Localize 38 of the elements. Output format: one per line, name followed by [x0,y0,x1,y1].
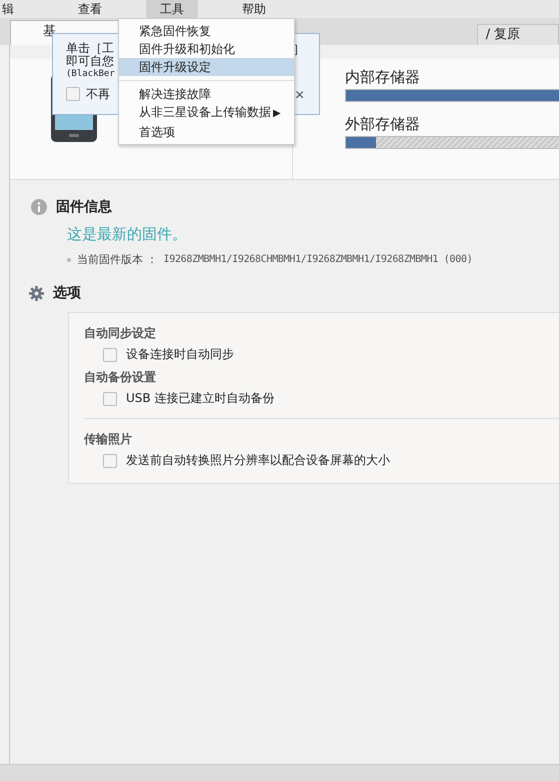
tab[interactable]: / 复原 [476,24,559,45]
menu-item[interactable]: 固件升级和初始化 [119,40,294,58]
checkbox[interactable] [103,454,117,468]
section-title: 固件信息 [56,198,112,216]
section-title: 选项 [53,284,81,302]
menu-item[interactable]: 查看 [64,0,116,18]
gear-icon [29,286,44,300]
menu-item[interactable]: 帮助 [228,0,280,18]
group-heading: 传输照片 [84,431,133,448]
menu-item[interactable]: 从非三星设备上传输数据 ▶ [119,103,294,123]
version-label: 当前固件版本 ： [77,252,158,267]
storage-label: 内部存储器 [345,68,421,86]
firmware-status: 这是最新的固件。 [67,225,188,244]
menu-item[interactable]: 紧急固件恢复 [119,22,294,40]
group-heading: 自动同步设定 [84,325,157,342]
menu-item[interactable]: 首选项 [119,123,294,141]
group-heading: 自动备份设置 [84,369,157,386]
bullet-icon [67,258,71,262]
menu-item[interactable]: 固件升级设定 [119,58,294,76]
checkbox[interactable] [66,87,80,101]
storage-label: 外部存储器 [345,115,421,133]
submenu-arrow-icon: ▶ [273,108,281,119]
checkbox-label: 不再 [86,88,110,100]
tooltip-text: 单击［工 [66,42,114,55]
menu-item[interactable]: 工具 [146,0,198,18]
checkbox-label: 设备连接时自动同步 [126,346,234,363]
menu-item[interactable]: 解决连接故障 [119,85,294,103]
tooltip-text: 即可自您 [66,55,114,68]
version-text: I9268ZMBMH1/I9268CHMBMH1/I9268ZMBMH1/I9268ZMBMH1 (000) [164,254,472,265]
checkbox[interactable] [103,348,117,362]
checkbox[interactable] [103,392,117,406]
info-icon [31,199,47,215]
checkbox-label: 发送前自动转换照片分辨率以配合设备屏幕的大小 [126,452,390,469]
menu-item[interactable]: 辑 [0,0,28,18]
tooltip-text: (BlackBer [66,68,115,81]
tooltip-text: ］ [293,41,305,58]
close-button[interactable]: × [295,88,304,104]
checkbox-label: USB 连接已建立时自动备份 [126,390,274,407]
